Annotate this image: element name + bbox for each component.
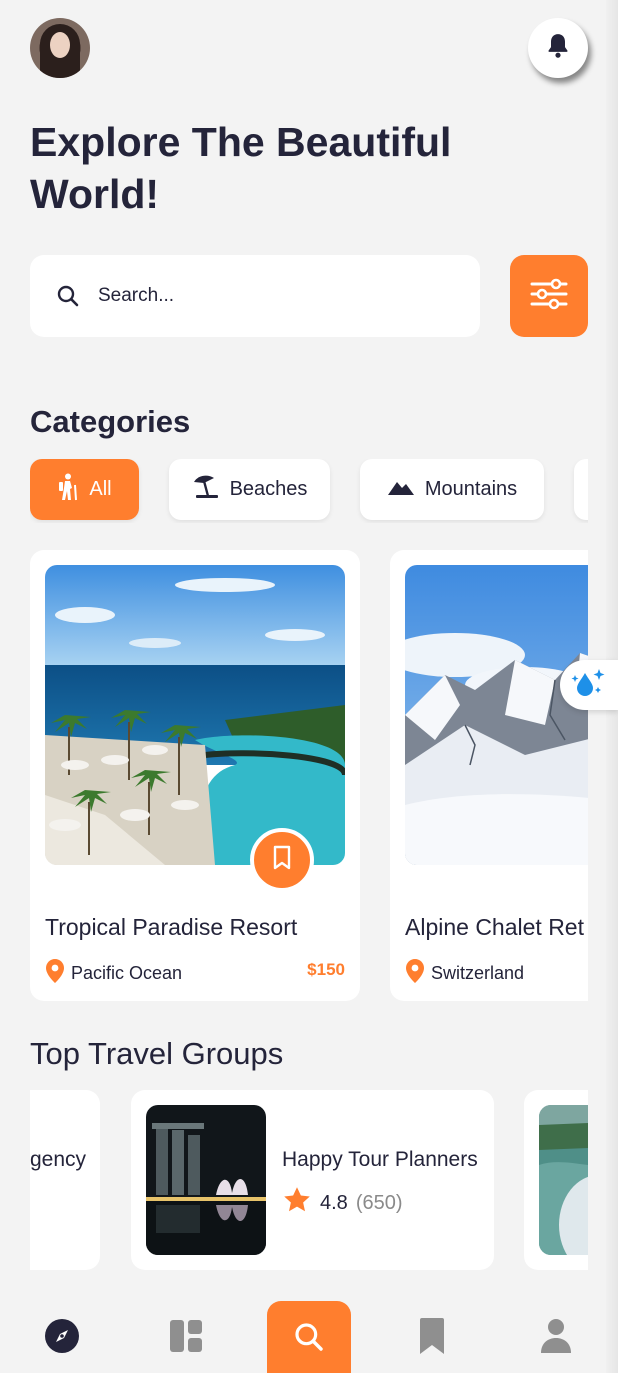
notification-button[interactable]: [528, 18, 588, 78]
category-chip-mountains[interactable]: Mountains: [360, 459, 544, 520]
place-name: Tropical Paradise Resort: [45, 914, 298, 940]
place-name: Alpine Chalet Ret: [405, 914, 584, 940]
nav-saved[interactable]: [410, 1316, 454, 1360]
compass-icon: [44, 1318, 80, 1359]
places-row: Tropical Paradise Resort Pacific Ocean $…: [30, 550, 588, 1002]
place-image: [45, 565, 345, 865]
nav-explore[interactable]: [40, 1316, 84, 1360]
nav-search[interactable]: [267, 1301, 351, 1373]
group-image: [539, 1105, 588, 1255]
category-chip-beaches[interactable]: Beaches: [169, 459, 330, 520]
page-title: Explore The Beautiful World!: [30, 119, 452, 217]
floating-widget[interactable]: [560, 660, 618, 710]
place-card[interactable]: Alpine Chalet Ret Switzerland: [390, 550, 588, 1001]
bell-icon: [545, 32, 571, 65]
bookmark-icon: [272, 845, 292, 876]
categories-row: All Beaches Mountains: [30, 459, 588, 523]
hiking-icon: [57, 473, 79, 507]
location-pin-icon: [45, 958, 65, 989]
location-text: Switzerland: [431, 963, 525, 983]
star-icon: [282, 1185, 312, 1221]
location-text: Pacific Ocean: [71, 963, 183, 983]
user-icon: [540, 1318, 572, 1359]
sliders-icon: [530, 278, 568, 315]
sparkle-drop-icon: [571, 667, 607, 704]
group-rating: 4.8 (650): [282, 1185, 403, 1221]
nav-dashboard[interactable]: [164, 1316, 208, 1360]
groups-row: gency Happy Tour Planners 4.8 (650): [30, 1090, 588, 1272]
group-card[interactable]: gency: [30, 1090, 100, 1270]
filter-button[interactable]: [510, 255, 588, 337]
dashboard-icon: [169, 1319, 203, 1358]
place-price: $150: [307, 960, 345, 979]
bottom-nav: [0, 1296, 606, 1373]
nav-profile[interactable]: [534, 1316, 578, 1360]
place-location: Pacific Ocean: [45, 958, 182, 989]
categories-title: Categories: [30, 404, 191, 439]
group-name: Happy Tour Planners: [282, 1148, 478, 1171]
bookmark-icon: [418, 1317, 446, 1360]
group-name: gency: [30, 1148, 87, 1171]
search-bar[interactable]: [30, 255, 480, 337]
beach-umbrella-icon: [192, 474, 220, 506]
rating-value: 4.8: [320, 1191, 348, 1214]
group-card[interactable]: Happy Tour Planners 4.8 (650): [131, 1090, 494, 1270]
category-label: Mountains: [424, 478, 518, 500]
bookmark-button[interactable]: [250, 828, 314, 892]
category-chip-all[interactable]: All: [30, 459, 139, 520]
place-card[interactable]: Tropical Paradise Resort Pacific Ocean $…: [30, 550, 360, 1001]
search-input[interactable]: [98, 285, 418, 307]
category-label: Beaches: [229, 478, 308, 500]
mountain-icon: [387, 477, 415, 503]
category-label: All: [89, 478, 112, 500]
place-image: [405, 565, 588, 865]
place-location: Switzerland: [405, 958, 524, 989]
group-card[interactable]: [524, 1090, 588, 1270]
search-icon: [293, 1321, 325, 1358]
group-image: [146, 1105, 266, 1255]
location-pin-icon: [405, 958, 425, 989]
search-icon: [56, 284, 80, 308]
avatar[interactable]: [30, 18, 90, 78]
category-chip-more[interactable]: [574, 459, 588, 520]
rating-count: (650): [355, 1191, 403, 1214]
groups-title: Top Travel Groups: [30, 1036, 284, 1071]
